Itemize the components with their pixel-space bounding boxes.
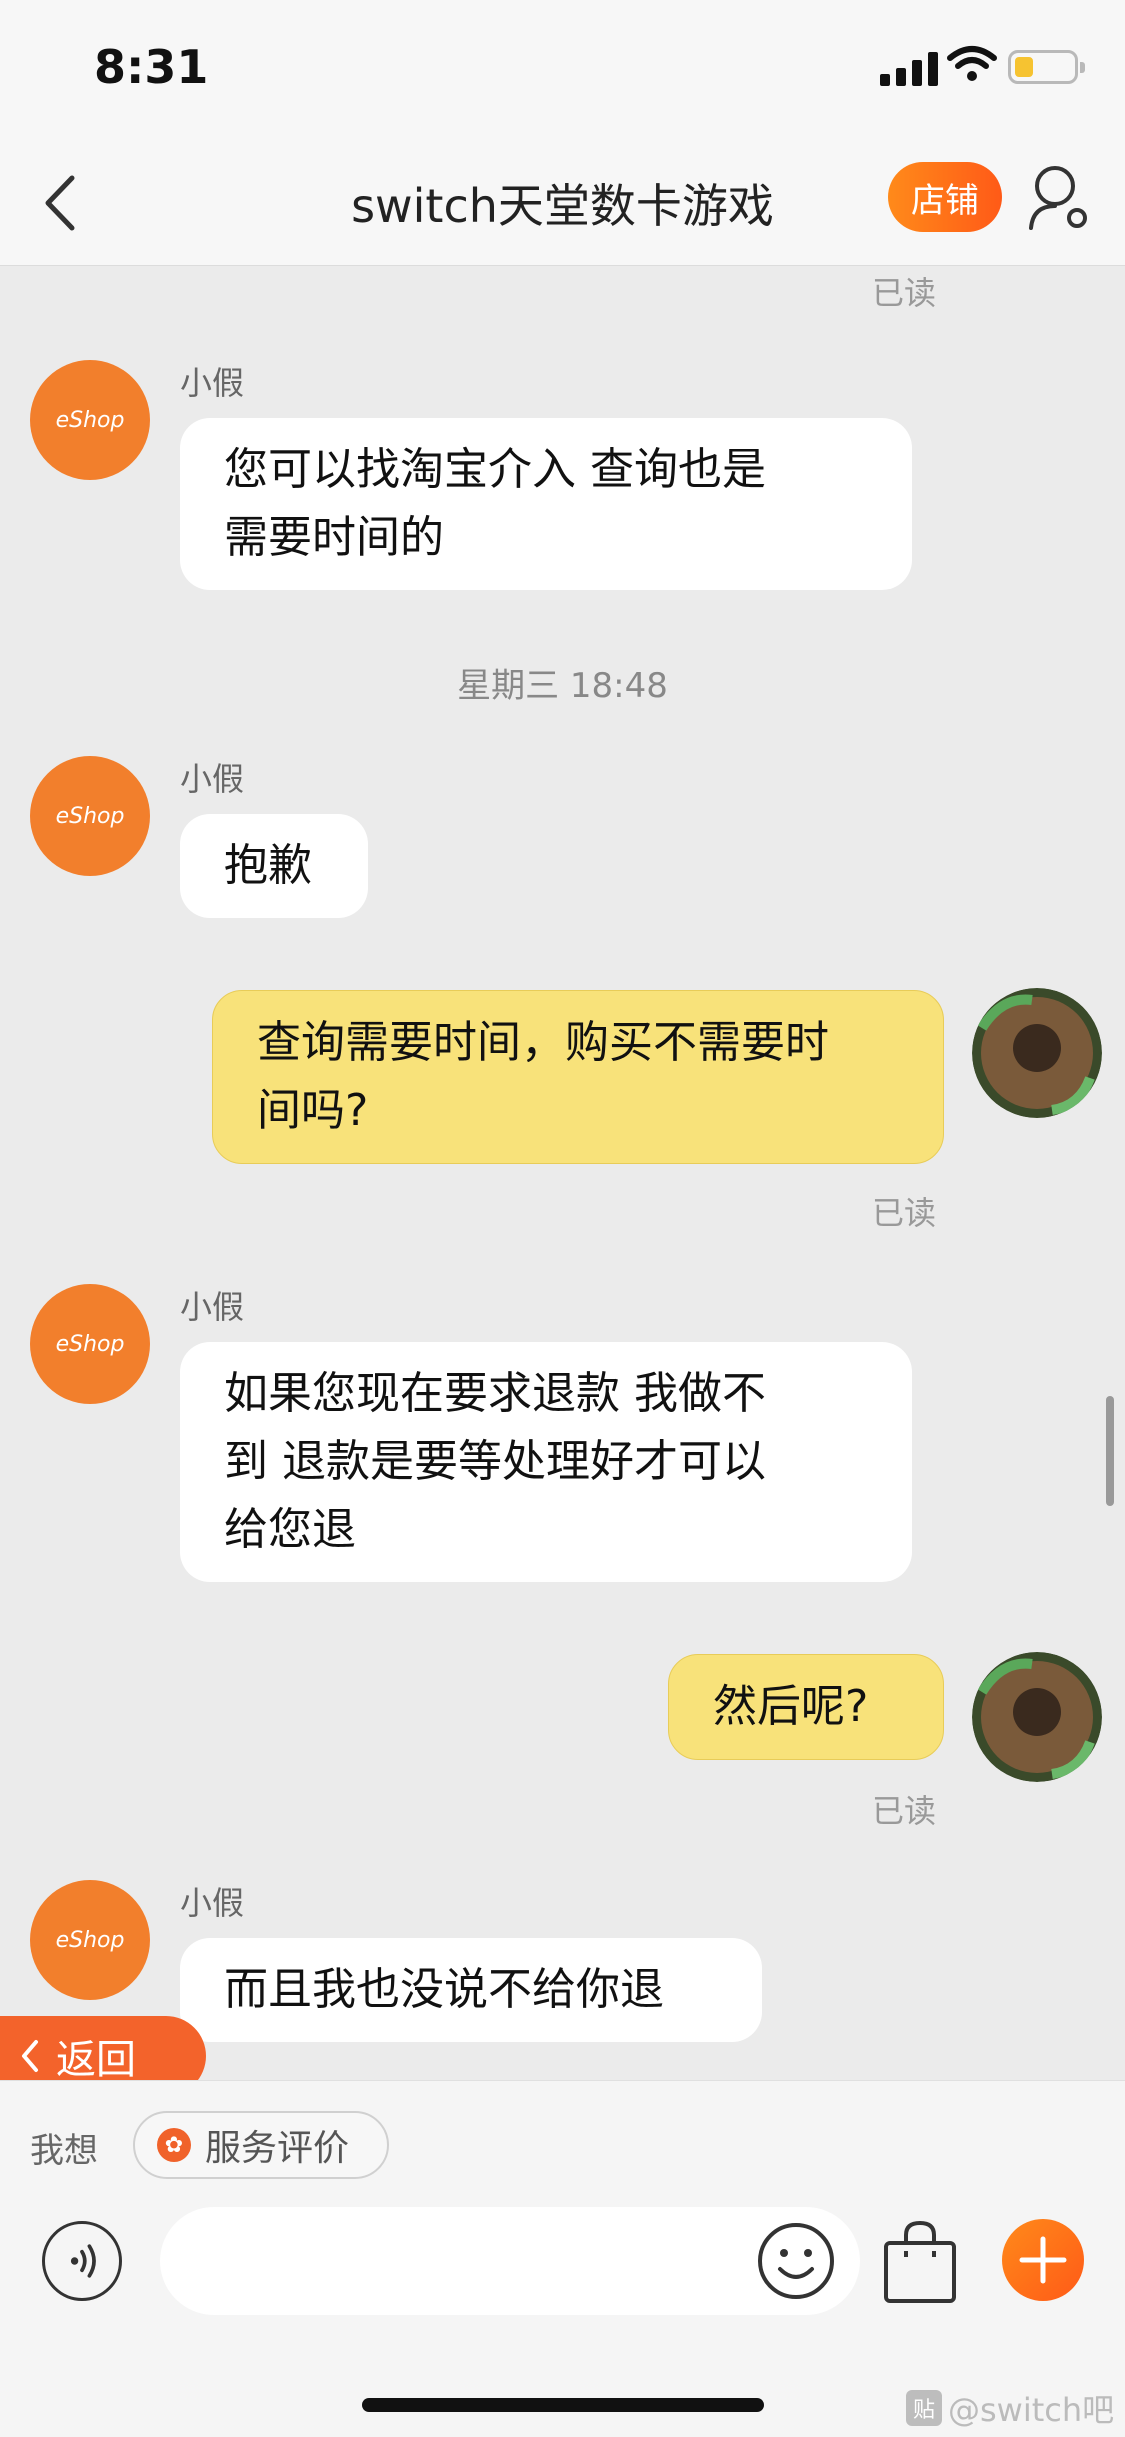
- seller-avatar[interactable]: eShop: [30, 1284, 150, 1404]
- message-line: 间吗?: [257, 1085, 369, 1136]
- seller-avatar[interactable]: eShop: [30, 360, 150, 480]
- nav-bar: switch天堂数卡游戏 店铺: [0, 140, 1125, 266]
- home-indicator: [362, 2398, 764, 2412]
- seller-avatar[interactable]: eShop: [30, 1880, 150, 2000]
- return-label: 返回: [56, 2037, 136, 2083]
- watermark-text: @switch吧: [948, 2391, 1115, 2429]
- chevron-left-icon: [22, 2040, 38, 2072]
- input-bar: 我想 ✿ 服务评价 贴 @switch吧: [0, 2080, 1125, 2437]
- battery-icon: [1008, 50, 1085, 84]
- message-bubble[interactable]: 如果您现在要求退款 我做不 到 退款是要等处理好才可以 给您退: [180, 1342, 912, 1582]
- chat-list[interactable]: 已读 eShop 小假 您可以找淘宝介入 查询也是 需要时间的 星期三 18:4…: [0, 266, 1125, 2080]
- status-time: 8:31: [94, 40, 209, 94]
- seller-avatar[interactable]: eShop: [30, 756, 150, 876]
- message-line: 如果您现在要求退款 我做不: [224, 1368, 766, 1419]
- sender-name: 小假: [180, 364, 245, 402]
- message-line: 需要时间的: [224, 512, 444, 563]
- my-avatar[interactable]: [972, 988, 1102, 1118]
- voice-input-icon[interactable]: [42, 2221, 122, 2301]
- wifi-icon: [947, 46, 997, 81]
- message-input[interactable]: [160, 2207, 860, 2315]
- read-receipt: 已读: [872, 1792, 937, 1830]
- shopping-bag-icon[interactable]: [880, 2217, 960, 2305]
- emoji-icon[interactable]: [756, 2221, 836, 2301]
- sender-name: 小假: [180, 760, 245, 798]
- message-line: 然后呢?: [713, 1681, 869, 1732]
- sender-name: 小假: [180, 1288, 245, 1326]
- my-message-bubble[interactable]: 查询需要时间，购买不需要时 间吗?: [212, 990, 944, 1164]
- add-more-icon[interactable]: [1002, 2219, 1084, 2301]
- service-review-chip[interactable]: ✿ 服务评价: [133, 2111, 389, 2179]
- message-bubble[interactable]: 您可以找淘宝介入 查询也是 需要时间的: [180, 418, 912, 590]
- watermark-badge: 贴: [906, 2390, 942, 2426]
- message-bubble[interactable]: 抱歉: [180, 814, 368, 918]
- message-line: 您可以找淘宝介入 查询也是: [224, 444, 766, 495]
- my-avatar[interactable]: [972, 1652, 1102, 1782]
- cellular-signal-icon: [880, 52, 938, 86]
- watermark: 贴 @switch吧: [906, 2385, 1114, 2431]
- sender-name: 小假: [180, 1884, 245, 1922]
- quick-actions-label: 我想: [30, 2131, 98, 2171]
- status-bar: 8:31: [0, 0, 1125, 140]
- read-receipt: 已读: [872, 1194, 937, 1232]
- message-line: 抱歉: [224, 840, 312, 891]
- review-icon: ✿: [157, 2128, 191, 2162]
- message-bubble[interactable]: 而且我也没说不给你退: [180, 1938, 762, 2042]
- timestamp: 星期三 18:48: [457, 666, 668, 706]
- service-review-label: 服务评价: [205, 2128, 350, 2169]
- my-message-bubble[interactable]: 然后呢?: [668, 1654, 944, 1760]
- scrollbar[interactable]: [1106, 1396, 1114, 1506]
- message-line: 给您退: [224, 1504, 356, 1555]
- message-line: 查询需要时间，购买不需要时: [257, 1017, 829, 1068]
- message-line: 而且我也没说不给你退: [224, 1964, 664, 2015]
- read-receipt: 已读: [872, 274, 937, 312]
- message-line: 到 退款是要等处理好才可以: [224, 1436, 766, 1487]
- user-settings-icon[interactable]: [1025, 160, 1095, 236]
- shop-button[interactable]: 店铺: [888, 162, 1002, 232]
